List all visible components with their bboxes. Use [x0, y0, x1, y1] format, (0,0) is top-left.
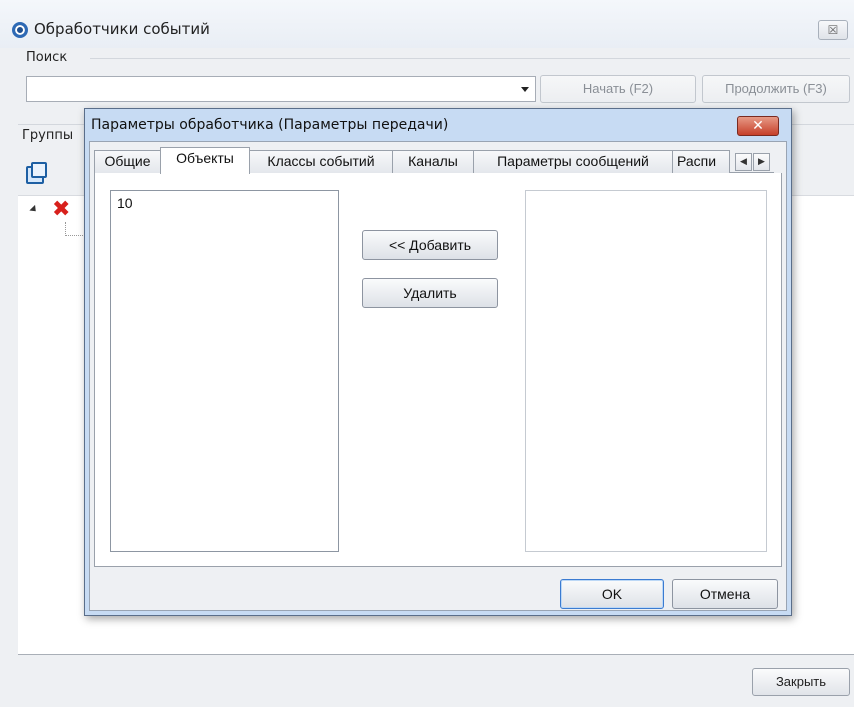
tab-general[interactable]: Общие: [94, 150, 161, 173]
list-item[interactable]: 10: [117, 195, 133, 211]
dialog-title: Параметры обработчика (Параметры передач…: [91, 117, 449, 133]
continue-search-button[interactable]: Продолжить (F3): [702, 75, 850, 103]
available-objects-list[interactable]: 10: [110, 190, 339, 552]
tree-connector-line: [65, 222, 85, 236]
dialog-content: Общие Объекты Классы событий Каналы Пара…: [89, 141, 787, 611]
close-icon: ✕: [752, 118, 764, 134]
chevron-left-icon: ◀: [740, 157, 747, 167]
tab-scroll-left-button[interactable]: ◀: [735, 153, 752, 171]
tab-scroll-right-button[interactable]: ▶: [753, 153, 770, 171]
copy-icon[interactable]: [26, 162, 47, 184]
window-close-button[interactable]: ☒: [818, 20, 848, 40]
tab-strip: Общие Объекты Классы событий Каналы Пара…: [94, 147, 774, 174]
handler-params-dialog: Параметры обработчика (Параметры передач…: [84, 108, 792, 616]
dropdown-arrow-icon[interactable]: [521, 87, 529, 92]
search-group-label: Поиск: [26, 50, 68, 65]
close-window-button[interactable]: Закрыть: [752, 668, 850, 696]
tab-objects[interactable]: Объекты: [160, 147, 250, 174]
search-group-divider: [90, 58, 850, 59]
objects-tab-page: 10 << Добавить Удалить: [94, 173, 782, 567]
add-button[interactable]: << Добавить: [362, 230, 498, 260]
ok-button[interactable]: OK: [560, 579, 664, 609]
tab-channels[interactable]: Каналы: [392, 150, 474, 173]
search-combobox[interactable]: [26, 76, 536, 102]
tab-message-params[interactable]: Параметры сообщений: [473, 150, 673, 173]
remove-button[interactable]: Удалить: [362, 278, 498, 308]
window-title: Обработчики событий: [34, 20, 210, 38]
groups-group-label: Группы: [22, 128, 74, 143]
start-search-button[interactable]: Начать (F2): [540, 75, 696, 103]
selected-objects-list[interactable]: [525, 190, 767, 552]
dialog-close-button[interactable]: ✕: [737, 116, 779, 136]
cancel-button[interactable]: Отмена: [672, 579, 778, 609]
red-x-icon: ✖: [52, 197, 71, 222]
main-window-titlebar: Обработчики событий ☒: [0, 0, 854, 48]
settings-gear-icon: [12, 22, 28, 38]
tab-schedule[interactable]: Распи: [672, 150, 730, 173]
tab-event-classes[interactable]: Классы событий: [249, 150, 393, 173]
chevron-right-icon: ▶: [758, 157, 765, 167]
